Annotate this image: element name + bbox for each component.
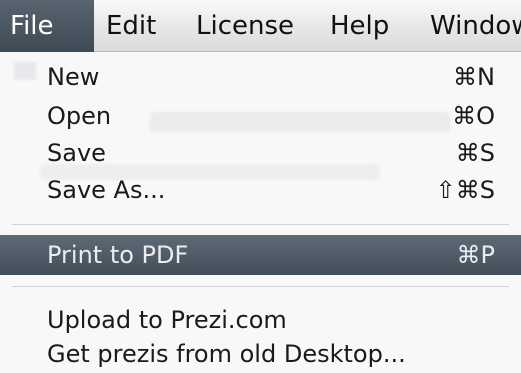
menu-item-label: Print to PDF bbox=[47, 241, 189, 269]
menu-item-save[interactable]: Save ⌘S bbox=[0, 133, 521, 173]
menu-item-label: Get prezis from old Desktop... bbox=[47, 340, 406, 368]
menu-edit[interactable]: Edit bbox=[106, 0, 156, 52]
menu-item-shortcut: ⌘P bbox=[456, 241, 495, 269]
menu-item-new[interactable]: New ⌘N bbox=[0, 57, 521, 97]
menu-item-label: Save As... bbox=[47, 176, 166, 204]
menu-item-shortcut: ⌘S bbox=[455, 139, 495, 167]
menu-item-save-as[interactable]: Save As... ⇧⌘S bbox=[0, 170, 521, 210]
menu-item-label: Open bbox=[47, 102, 112, 130]
file-dropdown-menu: New ⌘N Open ⌘O Save ⌘S Save As... ⇧⌘S Pr… bbox=[0, 52, 521, 373]
menu-window-label: Window bbox=[430, 11, 521, 41]
menu-help-label: Help bbox=[330, 11, 390, 41]
menu-bar: File Edit License Help Window bbox=[0, 0, 521, 52]
menu-separator bbox=[12, 224, 509, 225]
menu-item-label: Save bbox=[47, 139, 106, 167]
menu-license-label: License bbox=[196, 11, 295, 41]
menu-license[interactable]: License bbox=[196, 0, 294, 52]
menu-help[interactable]: Help bbox=[330, 0, 389, 52]
menu-item-label: New bbox=[47, 63, 100, 91]
menu-file[interactable]: File bbox=[0, 0, 94, 52]
menu-edit-label: Edit bbox=[106, 11, 157, 41]
menu-item-shortcut: ⌘O bbox=[452, 102, 495, 130]
menu-item-get-prezis-from-old-desktop[interactable]: Get prezis from old Desktop... bbox=[0, 334, 521, 373]
menu-window[interactable]: Window bbox=[430, 0, 521, 52]
menu-item-print-to-pdf[interactable]: Print to PDF ⌘P bbox=[0, 235, 521, 275]
menu-item-open[interactable]: Open ⌘O bbox=[0, 96, 521, 136]
menu-item-shortcut: ⌘N bbox=[453, 63, 495, 91]
menu-separator bbox=[12, 286, 509, 287]
menu-item-shortcut: ⇧⌘S bbox=[435, 176, 495, 204]
menu-file-label: File bbox=[10, 11, 54, 41]
